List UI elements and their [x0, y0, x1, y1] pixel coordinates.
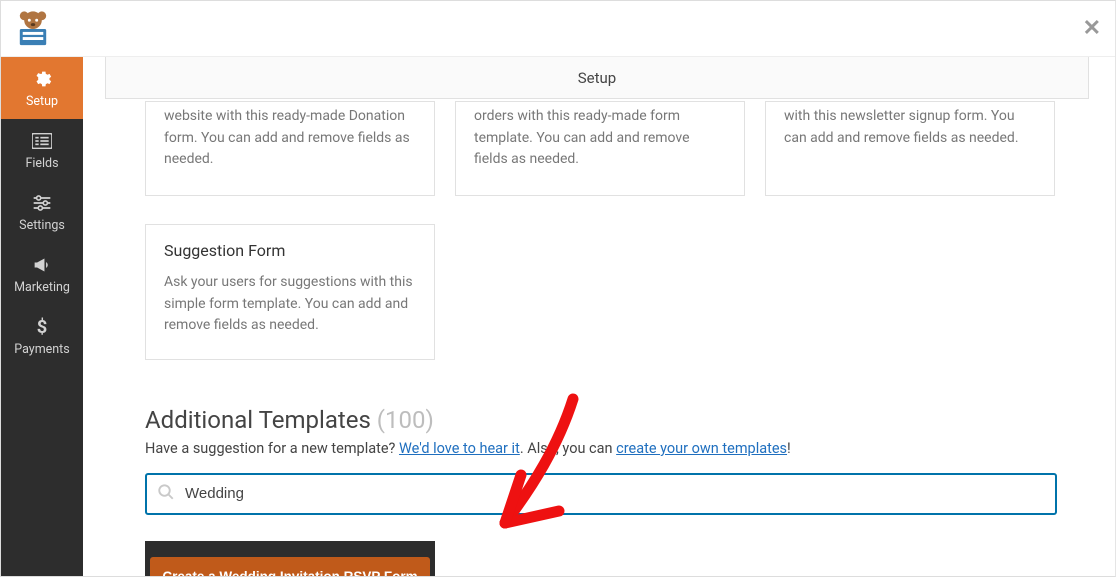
- template-search[interactable]: [145, 473, 1057, 515]
- search-icon: [157, 483, 175, 505]
- sub-prefix: Have a suggestion for a new template?: [145, 440, 399, 457]
- sub-suffix: !: [787, 440, 791, 457]
- template-card[interactable]: orders with this ready-made form templat…: [455, 101, 745, 196]
- top-bar: ✕: [1, 1, 1115, 57]
- sidebar-item-label: Setup: [26, 94, 58, 109]
- bullhorn-icon: [31, 254, 53, 276]
- sliders-icon: [31, 192, 53, 214]
- heading-count: (100): [377, 406, 434, 434]
- sidebar-item-label: Settings: [19, 218, 65, 233]
- sidebar-item-settings[interactable]: Settings: [1, 181, 83, 243]
- mascot-icon: [11, 7, 55, 51]
- dollar-icon: $: [31, 316, 53, 338]
- main-panel: Setup website with this ready-made Donat…: [83, 57, 1115, 576]
- app-logo: [11, 7, 55, 51]
- card-title: Suggestion Form: [164, 239, 416, 264]
- card-description: website with this ready-made Donation fo…: [164, 106, 416, 171]
- template-result-tile[interactable]: Create a Wedding Invitation RSVP Form: [145, 541, 435, 576]
- template-card[interactable]: website with this ready-made Donation fo…: [145, 101, 435, 196]
- tab-setup[interactable]: Setup: [105, 57, 1089, 99]
- create-form-button[interactable]: Create a Wedding Invitation RSVP Form: [150, 557, 429, 576]
- card-description: Ask your users for suggestions with this…: [164, 272, 416, 337]
- sub-mid: . Also, you can: [520, 440, 616, 457]
- gear-icon: [31, 68, 53, 90]
- sidebar-item-label: Payments: [14, 342, 69, 357]
- left-sidebar: Setup Fields Settings Marketing: [1, 57, 83, 576]
- template-card[interactable]: with this newsletter signup form. You ca…: [765, 101, 1055, 196]
- template-cards-row: website with this ready-made Donation fo…: [145, 101, 1089, 196]
- create-own-link[interactable]: create your own templates: [616, 440, 787, 457]
- search-input[interactable]: [183, 484, 1045, 503]
- sidebar-item-marketing[interactable]: Marketing: [1, 243, 83, 305]
- close-button[interactable]: ✕: [1083, 16, 1101, 41]
- tab-label: Setup: [578, 69, 616, 87]
- suggestion-link[interactable]: We'd love to hear it: [399, 440, 520, 457]
- sidebar-item-label: Fields: [25, 156, 58, 171]
- sidebar-item-label: Marketing: [14, 280, 70, 295]
- heading-text: Additional Templates: [145, 406, 371, 434]
- sidebar-item-setup[interactable]: Setup: [1, 57, 83, 119]
- additional-templates-subtext: Have a suggestion for a new template? We…: [145, 440, 1089, 457]
- additional-templates-heading: Additional Templates (100): [145, 406, 1089, 434]
- list-icon: [31, 130, 53, 152]
- sidebar-item-payments[interactable]: $ Payments: [1, 305, 83, 367]
- template-card-suggestion[interactable]: Suggestion Form Ask your users for sugge…: [145, 224, 435, 360]
- sidebar-item-fields[interactable]: Fields: [1, 119, 83, 181]
- svg-text:$: $: [37, 317, 48, 337]
- card-description: orders with this ready-made form templat…: [474, 106, 726, 171]
- card-description: with this newsletter signup form. You ca…: [784, 106, 1036, 149]
